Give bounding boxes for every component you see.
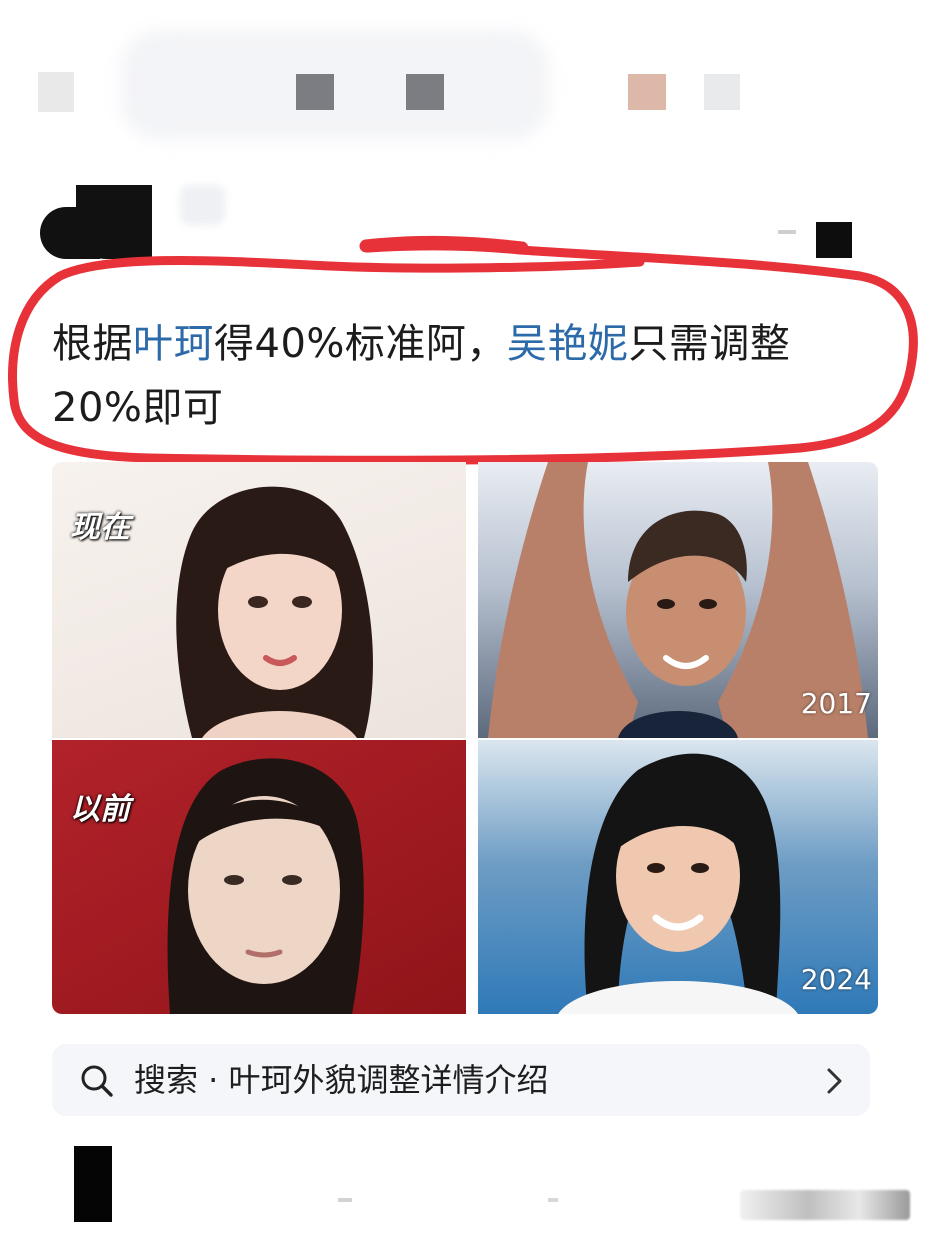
photo-2017[interactable]: 2017 bbox=[478, 462, 878, 738]
post-text-part: 得40%标准阿， bbox=[214, 321, 507, 367]
divider bbox=[548, 1198, 558, 1202]
bottom-action-redacted[interactable] bbox=[74, 1146, 112, 1222]
post-text-part: 20%即可 bbox=[52, 385, 224, 431]
image-grid[interactable]: 现在 2017 以前 2024 bbox=[52, 462, 878, 1014]
label-before: 以前 bbox=[70, 792, 130, 827]
post-body-text: 根据叶珂得40%标准阿，吴艳妮只需调整 20%即可 bbox=[52, 312, 892, 440]
header-icon-3[interactable] bbox=[628, 74, 666, 110]
header-icon-4[interactable] bbox=[704, 74, 740, 110]
topic-link-ye-ke[interactable]: 叶珂 bbox=[133, 321, 214, 367]
post-text-part: 根据 bbox=[52, 321, 133, 367]
back-button[interactable] bbox=[38, 72, 74, 112]
header-icon-1[interactable] bbox=[296, 74, 334, 110]
year-label-2024: 2024 bbox=[800, 963, 872, 996]
chevron-right-icon bbox=[827, 1068, 842, 1094]
photo-now[interactable]: 现在 bbox=[52, 462, 466, 738]
photo-before[interactable]: 以前 bbox=[52, 740, 466, 1014]
header-blurred-area bbox=[120, 30, 550, 140]
divider bbox=[338, 1198, 352, 1202]
author-name-redacted[interactable] bbox=[180, 185, 225, 225]
label-now: 现在 bbox=[70, 510, 130, 545]
header-icon-2[interactable] bbox=[406, 74, 444, 110]
divider bbox=[778, 230, 796, 234]
avatar[interactable] bbox=[40, 185, 152, 261]
related-search-label: 搜索 · 叶珂外貌调整详情介绍 bbox=[134, 1061, 549, 1099]
search-icon bbox=[81, 1065, 113, 1097]
more-options-button[interactable] bbox=[816, 222, 852, 258]
photo-2024[interactable]: 2024 bbox=[478, 740, 878, 1014]
related-search-bar[interactable]: 搜索 · 叶珂外貌调整详情介绍 bbox=[52, 1044, 870, 1116]
portrait-illustration bbox=[167, 758, 364, 1014]
bottom-actions-blurred[interactable] bbox=[740, 1190, 910, 1220]
post-text-part: 只需调整 bbox=[628, 321, 791, 367]
year-label-2017: 2017 bbox=[800, 687, 872, 720]
topic-link-wu-yanni[interactable]: 吴艳妮 bbox=[507, 321, 629, 367]
